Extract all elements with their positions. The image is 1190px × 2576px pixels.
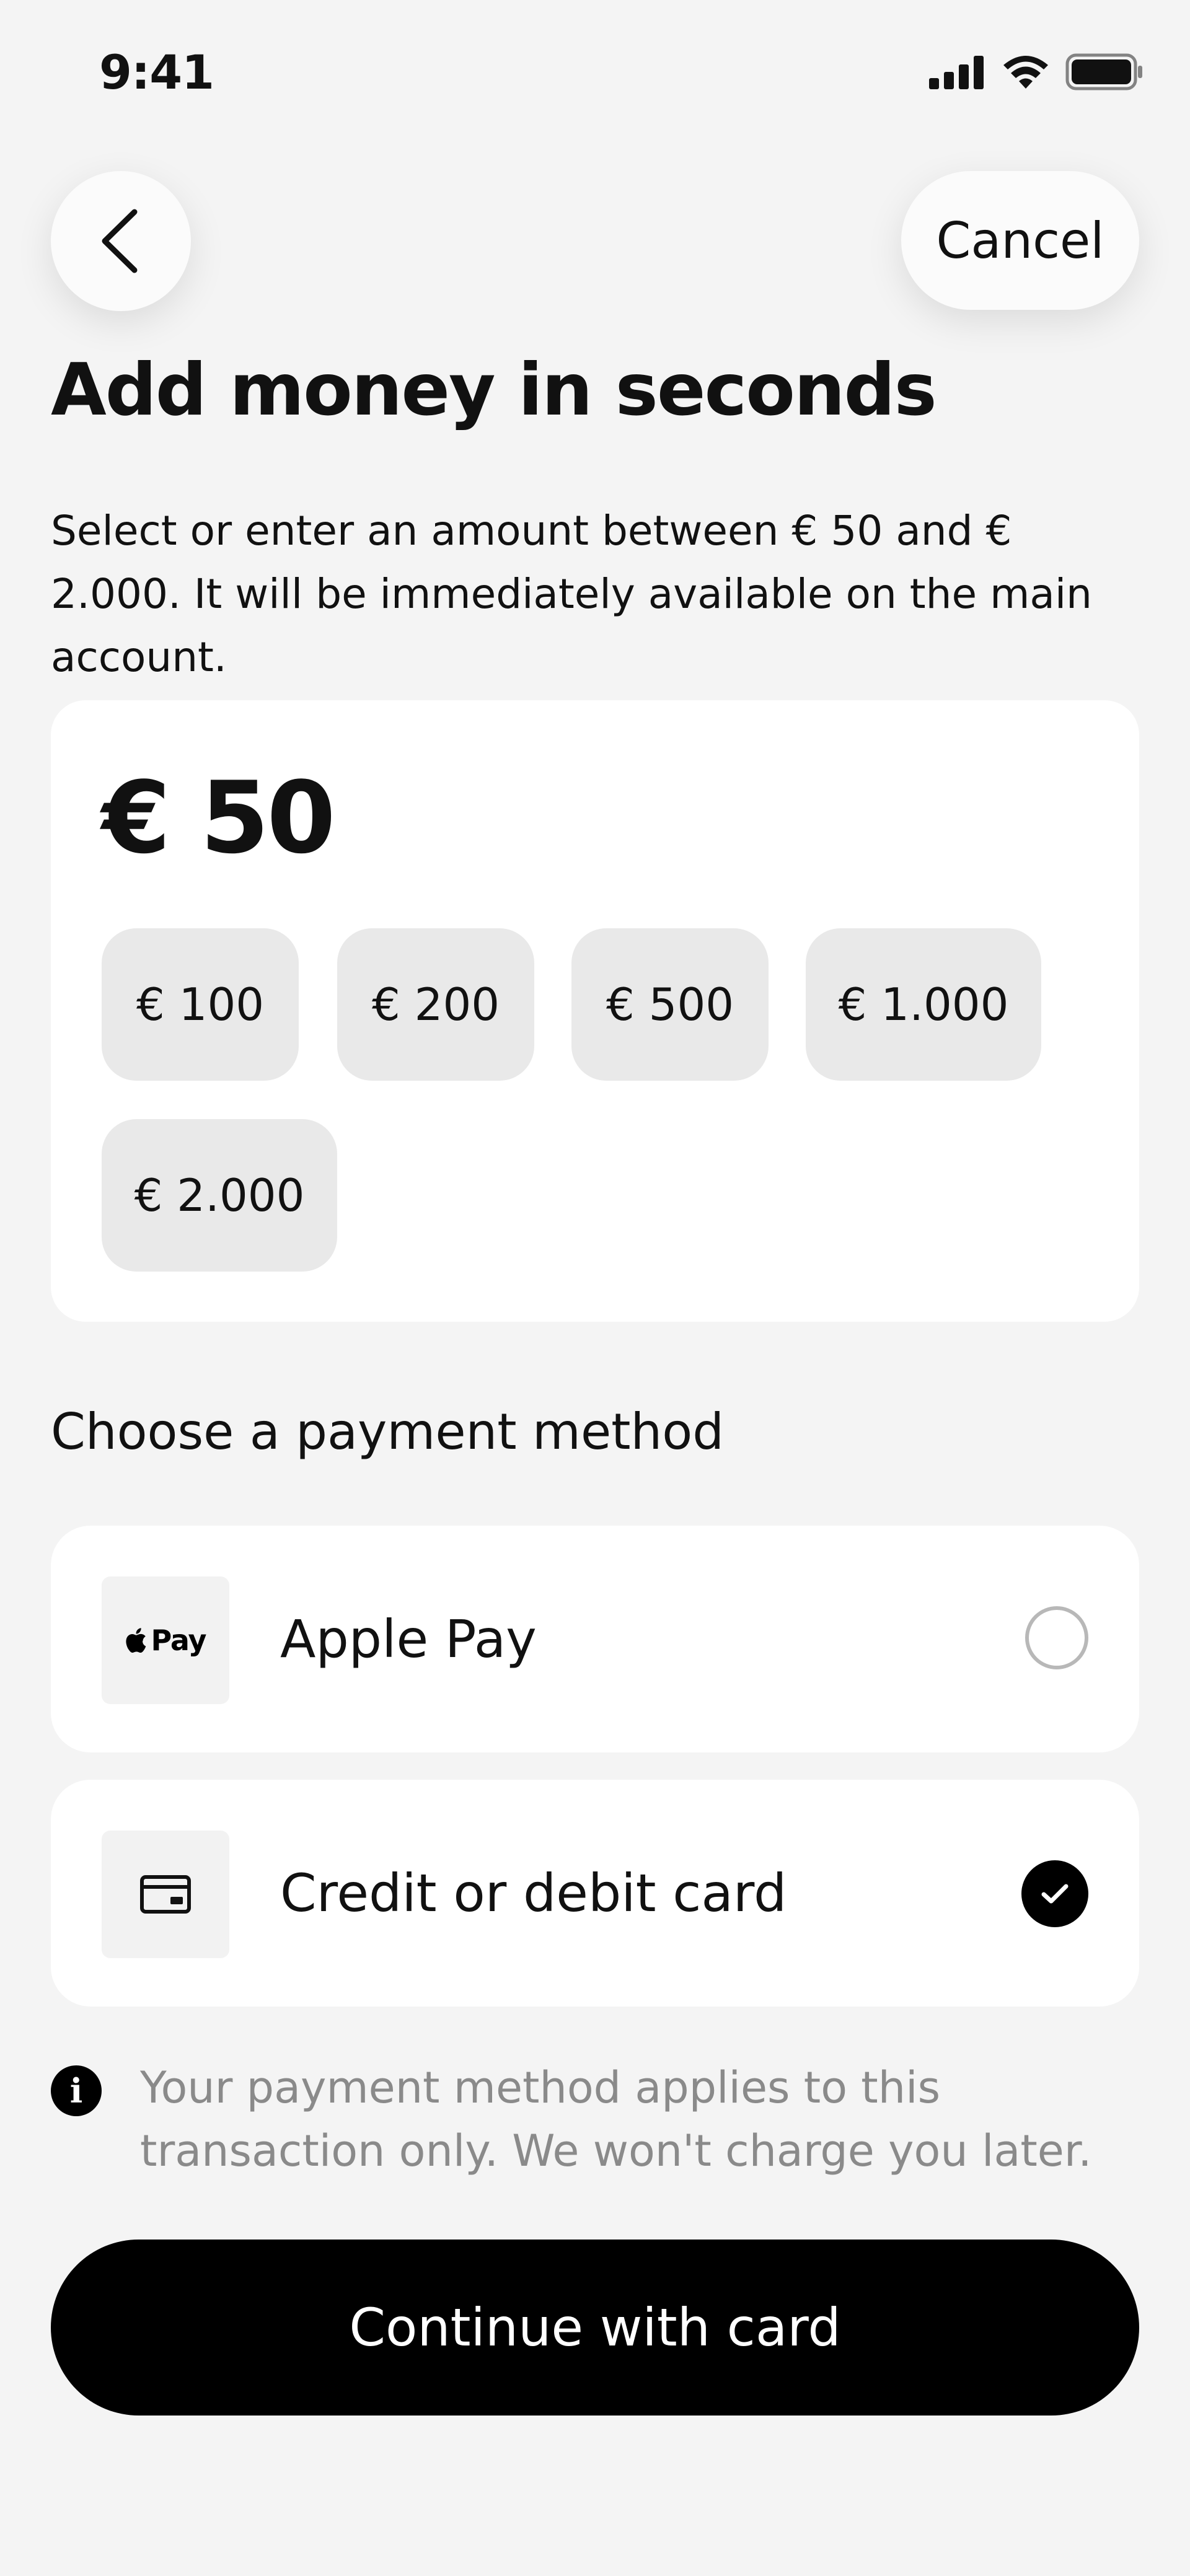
continue-with-card-button[interactable]: Continue with card <box>51 2240 1139 2416</box>
amount-card: € 50 € 100 € 200 € 500 € 1.000 € 2.000 <box>51 700 1139 1322</box>
wifi-icon <box>1003 56 1048 89</box>
credit-card-icon <box>102 1831 229 1958</box>
info-icon: i <box>51 2065 102 2116</box>
payment-option-label: Apple Pay <box>280 1609 537 1669</box>
page-subtitle: Select or enter an amount between € 50 a… <box>51 507 1093 681</box>
radio-checked-icon[interactable] <box>1021 1860 1088 1927</box>
payment-option-apple-pay[interactable]: Pay Apple Pay <box>51 1526 1139 1752</box>
info-text: Your payment method applies to this tran… <box>140 2062 1092 2176</box>
apple-logo-icon <box>126 1628 146 1653</box>
page-title: Add money in seconds <box>51 348 937 432</box>
checkmark-icon <box>1041 1884 1069 1904</box>
cellular-signal-icon <box>929 56 984 89</box>
chevron-left-icon <box>102 209 138 273</box>
payment-section-title: Choose a payment method <box>51 1403 724 1461</box>
radio-unselected-icon[interactable] <box>1025 1606 1088 1669</box>
amount-chip-1000[interactable]: € 1.000 <box>806 928 1041 1081</box>
apple-pay-icon: Pay <box>102 1576 229 1704</box>
payment-option-card[interactable]: Credit or debit card <box>51 1780 1139 2007</box>
amount-chip-200[interactable]: € 200 <box>337 928 534 1081</box>
apple-pay-badge-text: Pay <box>151 1624 206 1657</box>
status-time: 9:41 <box>99 45 214 100</box>
status-icons <box>929 53 1144 90</box>
amount-input[interactable]: € 50 <box>102 760 336 876</box>
amount-chip-2000[interactable]: € 2.000 <box>102 1119 337 1272</box>
payment-option-label: Credit or debit card <box>280 1863 787 1923</box>
amount-chip-500[interactable]: € 500 <box>571 928 769 1081</box>
back-button[interactable] <box>51 171 191 311</box>
battery-icon <box>1065 53 1142 90</box>
cancel-button[interactable]: Cancel <box>901 171 1139 310</box>
amount-chip-100[interactable]: € 100 <box>102 928 299 1081</box>
